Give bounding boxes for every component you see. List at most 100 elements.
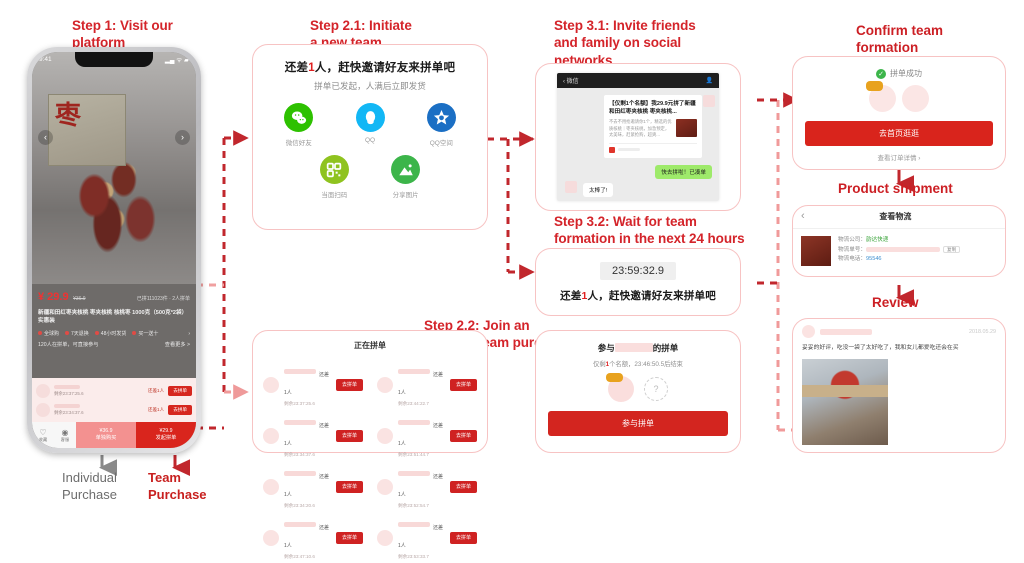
go-home-button[interactable]: 去首页逛逛 (805, 121, 993, 146)
countdown-message: 还差1人，赶快邀请好友来拼单吧 (560, 289, 716, 302)
image-icon (391, 155, 421, 184)
join-button[interactable]: 去拼单 (168, 404, 192, 415)
tag-item: 48小时发货 (94, 330, 126, 338)
share-option-wechat[interactable]: 微信好友 (263, 103, 334, 147)
masked-name (398, 470, 430, 476)
contact-icon[interactable]: 👤 (706, 77, 713, 84)
product-shipment-title: Product shipment (838, 181, 953, 196)
table-row[interactable]: 还差1人剩余23:34:37.6 去拼单 (263, 410, 363, 461)
row-lack: 还差1人 (284, 473, 330, 498)
team-success-status: ✓ 拼单成功 (793, 68, 1005, 79)
table-row[interactable]: 还差1人 剩余23:52:54.7 去拼单 (377, 461, 477, 512)
join-button[interactable]: 去拼单 (335, 378, 363, 391)
table-row[interactable]: 还差1人剩余23:37:25.6 去拼单 (263, 359, 363, 410)
chat-back-button[interactable]: ‹ 微信 (563, 76, 579, 85)
price-row: ¥ 29.9 ¥36.9 已拼111023件 · 2人拼单 (38, 290, 190, 306)
share-option-qrcode[interactable]: 当面扫码 (299, 155, 370, 199)
share-sheet-panel: 还差1人，赶快邀请好友来拼单吧 拼单已发起，人满后立即发货 微信好友 QQ QQ… (252, 44, 488, 230)
avatar (377, 427, 393, 444)
masked-app-name (618, 147, 640, 152)
phone-screen: 9:41 ▂▄ ᯤ ▰ 枣 ‹ › ¥ 29.9 ¥36.9 已拼111023件… (32, 52, 196, 448)
join-button[interactable]: 去拼单 (449, 531, 477, 544)
chat-bubble-incoming: 太棒了! (583, 183, 614, 197)
shipment-row: 物流单号： 复制 (838, 245, 997, 256)
team-label: 发起拼单 (155, 435, 177, 441)
review-date: 2018.05.29 (969, 328, 996, 335)
table-row[interactable]: 还差1人剩余23:34:20.6 去拼单 (263, 461, 363, 512)
wechat-icon (284, 103, 314, 132)
phone-notch (75, 52, 153, 67)
confirm-team-title: Confirm team formation (856, 23, 944, 56)
qzone-icon (426, 103, 456, 132)
share-option-qzone[interactable]: QQ空间 (406, 103, 477, 147)
join-team-panel: 参与 的拼单 仅剩1个名额，23:46:50.5后结束 ? 参与拼单 (535, 330, 741, 453)
review-title: Review (872, 295, 919, 310)
avatar (703, 95, 715, 107)
joining-row: 120人在拼单，可直接参与 查看更多 > (38, 342, 190, 350)
row-lack: 还差1人 (398, 524, 444, 549)
avatar (263, 478, 279, 495)
review-header: 2018.05.29 (793, 319, 1005, 338)
avatar (263, 427, 279, 444)
avatar (36, 383, 50, 398)
shipment-row: 物流电话：95546 (838, 256, 882, 262)
heart-icon[interactable]: ♡ 收藏 (32, 422, 54, 448)
row-lack: 还差1人 (284, 422, 330, 447)
row-lack: 还差1人 (284, 371, 330, 396)
join-button[interactable]: 去拼单 (449, 378, 477, 391)
joining-note: 120人在拼单，可直接参与 (38, 341, 99, 348)
avatar (377, 478, 393, 495)
avatar (377, 376, 393, 393)
join-button[interactable]: 去拼单 (335, 429, 363, 442)
table-row[interactable]: 剩余23:34:37.6 还差1人 去拼单 (36, 400, 192, 419)
hero-next-icon[interactable]: › (175, 130, 190, 145)
team-price: ¥29.9 (159, 427, 173, 434)
join-button[interactable]: 去拼单 (168, 385, 192, 396)
table-row[interactable]: 还差1人剩余23:53:33.7 去拼单 (377, 512, 477, 563)
review-photo (802, 359, 888, 446)
table-row[interactable]: 剩余23:37:25.6 还差1人 去拼单 (36, 381, 192, 400)
copy-button[interactable]: 复制 (942, 245, 961, 253)
check-circle-icon: ✓ (876, 68, 886, 79)
step-3-1-title: Step 3.1: Invite friends and family on s… (554, 18, 696, 68)
join-button[interactable]: 去拼单 (449, 480, 477, 493)
row-lack: 还差1人 (147, 406, 165, 412)
table-row[interactable]: 还差1人 剩余23:44:22.7 去拼单 (377, 359, 477, 410)
shared-product-card[interactable]: 【仅剩1个名额】我29.9元拼了新疆和田红枣夹核桃 枣夹核桃... 不去不用抢邀… (604, 95, 702, 158)
joining-more-link[interactable]: 查看更多 > (165, 342, 190, 350)
join-button[interactable]: 去拼单 (335, 531, 363, 544)
row-time: 剩余23:53:33.7 (398, 553, 429, 559)
shipment-body: 物流公司：韵达快递 物流单号： 复制 物流电话：95546 (793, 229, 1005, 273)
avatar (263, 376, 279, 393)
masked-name (614, 343, 653, 352)
join-button[interactable]: 去拼单 (449, 429, 477, 442)
table-row[interactable]: 还差1人 剩余23:47:10.6 去拼单 (263, 512, 363, 563)
row-time: 剩余23:52:54.7 (398, 502, 429, 508)
order-details-link[interactable]: 查看订单详情 › (793, 152, 1005, 162)
tags-chevron-icon[interactable]: › (188, 331, 190, 338)
team-purchase-button[interactable]: ¥29.9 发起拼单 (136, 422, 196, 448)
join-button[interactable]: 去拼单 (335, 480, 363, 493)
masked-name (398, 419, 430, 425)
individual-purchase-button[interactable]: ¥36.9 单独购买 (76, 422, 136, 448)
row-time: 剩余23:37:25.6 (54, 390, 84, 396)
table-row[interactable]: 还差1人 剩余23:51:44.7 去拼单 (377, 410, 477, 461)
status-time: 9:41 (39, 56, 52, 63)
step-3-2-title: Step 3.2: Wait for team formation in the… (554, 214, 745, 247)
sold-count: 已拼111023件 · 2人拼单 (136, 296, 190, 302)
hero-prev-icon[interactable]: ‹ (38, 130, 53, 145)
team-list-title: 正在拼单 (354, 341, 386, 350)
join-team-button[interactable]: 参与拼单 (548, 411, 728, 436)
team-list-column-right: 还差1人 剩余23:44:22.7 去拼单 还差1人 剩余23:51:44.7 去拼… (377, 359, 477, 563)
product-title: 新疆和田红枣夹核桃 枣夹核桃 核桃枣 1000克（500克*2袋）实惠装 (38, 309, 188, 325)
service-icon[interactable]: ◉ 客服 (54, 422, 76, 448)
avatar (36, 402, 50, 417)
share-option-qq[interactable]: QQ (334, 103, 405, 147)
tag-item: 全球购 (38, 330, 59, 338)
price-group: ¥ 29.9 ¥36.9 (38, 290, 86, 306)
share-option-image[interactable]: 分享图片 (370, 155, 441, 199)
row-time: 剩余23:34:20.6 (284, 502, 315, 508)
row-time: 剩余23:34:37.6 (284, 451, 315, 457)
row-time: 剩余23:37:25.6 (284, 400, 315, 406)
team-list-grid: 还差1人 剩余23:37:25.6 去拼单 还差1人 剩余23:34:37.6 去拼… (253, 359, 487, 563)
